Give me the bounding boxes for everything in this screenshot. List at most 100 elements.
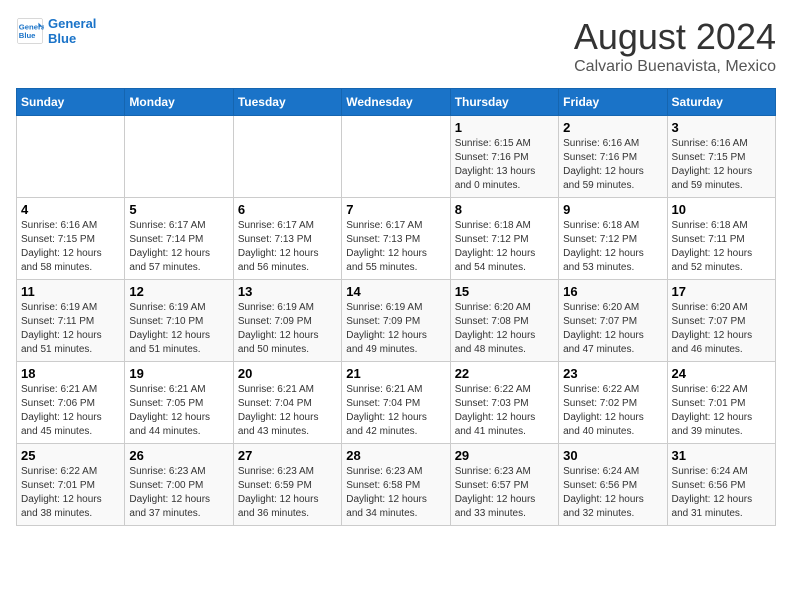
day-info: Sunrise: 6:21 AM Sunset: 7:04 PM Dayligh… bbox=[238, 383, 337, 439]
day-info: Sunrise: 6:16 AM Sunset: 7:16 PM Dayligh… bbox=[563, 137, 662, 193]
day-info: Sunrise: 6:22 AM Sunset: 7:02 PM Dayligh… bbox=[563, 383, 662, 439]
day-cell: 25 Sunrise: 6:22 AM Sunset: 7:01 PM Dayli… bbox=[17, 444, 125, 526]
day-cell bbox=[125, 116, 233, 198]
day-info: Sunrise: 6:23 AM Sunset: 7:00 PM Dayligh… bbox=[129, 465, 228, 521]
day-cell: 30Sunrise: 6:24 AM Sunset: 6:56 PM Dayli… bbox=[559, 444, 667, 526]
day-number: 21 bbox=[346, 366, 445, 381]
day-cell: 14 Sunrise: 6:19 AM Sunset: 7:09 PM Dayli… bbox=[342, 280, 450, 362]
day-info: Sunrise: 6:18 AM Sunset: 7:12 PM Dayligh… bbox=[563, 219, 662, 275]
day-cell: 26Sunrise: 6:23 AM Sunset: 7:00 PM Dayli… bbox=[125, 444, 233, 526]
day-cell: 12 Sunrise: 6:19 AM Sunset: 7:10 PM Dayli… bbox=[125, 280, 233, 362]
day-cell: 22 Sunrise: 6:22 AM Sunset: 7:03 PM Dayli… bbox=[450, 362, 558, 444]
calendar-header: SundayMondayTuesdayWednesdayThursdayFrid… bbox=[17, 89, 776, 116]
day-info: Sunrise: 6:16 AM Sunset: 7:15 PM Dayligh… bbox=[21, 219, 120, 275]
day-number: 6 bbox=[238, 202, 337, 217]
col-header-sunday: Sunday bbox=[17, 89, 125, 116]
day-info: Sunrise: 6:21 AM Sunset: 7:06 PM Dayligh… bbox=[21, 383, 120, 439]
day-cell: 6 Sunrise: 6:17 AM Sunset: 7:13 PM Daylig… bbox=[233, 198, 341, 280]
day-cell: 18 Sunrise: 6:21 AM Sunset: 7:06 PM Dayli… bbox=[17, 362, 125, 444]
day-number: 31 bbox=[672, 448, 771, 463]
day-info: Sunrise: 6:22 AM Sunset: 7:01 PM Dayligh… bbox=[672, 383, 771, 439]
day-info: Sunrise: 6:18 AM Sunset: 7:12 PM Dayligh… bbox=[455, 219, 554, 275]
day-number: 18 bbox=[21, 366, 120, 381]
day-number: 9 bbox=[563, 202, 662, 217]
col-header-friday: Friday bbox=[559, 89, 667, 116]
day-cell: 28 Sunrise: 6:23 AM Sunset: 6:58 PM Dayli… bbox=[342, 444, 450, 526]
day-cell: 15 Sunrise: 6:20 AM Sunset: 7:08 PM Dayli… bbox=[450, 280, 558, 362]
day-number: 4 bbox=[21, 202, 120, 217]
day-info: Sunrise: 6:20 AM Sunset: 7:07 PM Dayligh… bbox=[672, 301, 771, 357]
day-info: Sunrise: 6:23 AM Sunset: 6:59 PM Dayligh… bbox=[238, 465, 337, 521]
title-area: August 2024 Calvario Buenavista, Mexico bbox=[574, 16, 776, 76]
day-cell: 3Sunrise: 6:16 AM Sunset: 7:15 PM Daylig… bbox=[667, 116, 775, 198]
day-info: Sunrise: 6:19 AM Sunset: 7:09 PM Dayligh… bbox=[346, 301, 445, 357]
week-row-3: 11 Sunrise: 6:19 AM Sunset: 7:11 PM Dayli… bbox=[17, 280, 776, 362]
day-number: 25 bbox=[21, 448, 120, 463]
day-info: Sunrise: 6:19 AM Sunset: 7:11 PM Dayligh… bbox=[21, 301, 120, 357]
day-number: 20 bbox=[238, 366, 337, 381]
day-number: 5 bbox=[129, 202, 228, 217]
day-cell: 2Sunrise: 6:16 AM Sunset: 7:16 PM Daylig… bbox=[559, 116, 667, 198]
day-info: Sunrise: 6:17 AM Sunset: 7:14 PM Dayligh… bbox=[129, 219, 228, 275]
day-cell bbox=[233, 116, 341, 198]
day-cell: 10Sunrise: 6:18 AM Sunset: 7:11 PM Dayli… bbox=[667, 198, 775, 280]
day-info: Sunrise: 6:20 AM Sunset: 7:08 PM Dayligh… bbox=[455, 301, 554, 357]
day-number: 15 bbox=[455, 284, 554, 299]
calendar-table: SundayMondayTuesdayWednesdayThursdayFrid… bbox=[16, 88, 776, 526]
svg-text:Blue: Blue bbox=[19, 31, 36, 40]
day-cell: 27 Sunrise: 6:23 AM Sunset: 6:59 PM Dayli… bbox=[233, 444, 341, 526]
day-number: 30 bbox=[563, 448, 662, 463]
week-row-1: 1Sunrise: 6:15 AM Sunset: 7:16 PM Daylig… bbox=[17, 116, 776, 198]
day-number: 17 bbox=[672, 284, 771, 299]
day-info: Sunrise: 6:24 AM Sunset: 6:56 PM Dayligh… bbox=[672, 465, 771, 521]
day-info: Sunrise: 6:21 AM Sunset: 7:05 PM Dayligh… bbox=[129, 383, 228, 439]
day-info: Sunrise: 6:23 AM Sunset: 6:57 PM Dayligh… bbox=[455, 465, 554, 521]
day-cell: 17 Sunrise: 6:20 AM Sunset: 7:07 PM Dayli… bbox=[667, 280, 775, 362]
day-number: 12 bbox=[129, 284, 228, 299]
main-title: August 2024 bbox=[574, 16, 776, 58]
col-header-tuesday: Tuesday bbox=[233, 89, 341, 116]
day-number: 7 bbox=[346, 202, 445, 217]
day-cell: 31 Sunrise: 6:24 AM Sunset: 6:56 PM Dayli… bbox=[667, 444, 775, 526]
day-cell: 21Sunrise: 6:21 AM Sunset: 7:04 PM Dayli… bbox=[342, 362, 450, 444]
header-row: SundayMondayTuesdayWednesdayThursdayFrid… bbox=[17, 89, 776, 116]
day-info: Sunrise: 6:17 AM Sunset: 7:13 PM Dayligh… bbox=[346, 219, 445, 275]
day-cell: 8 Sunrise: 6:18 AM Sunset: 7:12 PM Daylig… bbox=[450, 198, 558, 280]
day-number: 8 bbox=[455, 202, 554, 217]
day-number: 22 bbox=[455, 366, 554, 381]
day-info: Sunrise: 6:15 AM Sunset: 7:16 PM Dayligh… bbox=[455, 137, 554, 193]
logo-line2: Blue bbox=[48, 31, 76, 46]
col-header-thursday: Thursday bbox=[450, 89, 558, 116]
day-info: Sunrise: 6:19 AM Sunset: 7:09 PM Dayligh… bbox=[238, 301, 337, 357]
day-number: 27 bbox=[238, 448, 337, 463]
day-number: 24 bbox=[672, 366, 771, 381]
week-row-5: 25 Sunrise: 6:22 AM Sunset: 7:01 PM Dayli… bbox=[17, 444, 776, 526]
day-cell: 7 Sunrise: 6:17 AM Sunset: 7:13 PM Daylig… bbox=[342, 198, 450, 280]
day-number: 28 bbox=[346, 448, 445, 463]
logo-line1: General bbox=[48, 16, 96, 31]
day-number: 11 bbox=[21, 284, 120, 299]
day-cell: 16Sunrise: 6:20 AM Sunset: 7:07 PM Dayli… bbox=[559, 280, 667, 362]
week-row-4: 18 Sunrise: 6:21 AM Sunset: 7:06 PM Dayli… bbox=[17, 362, 776, 444]
day-info: Sunrise: 6:23 AM Sunset: 6:58 PM Dayligh… bbox=[346, 465, 445, 521]
day-info: Sunrise: 6:17 AM Sunset: 7:13 PM Dayligh… bbox=[238, 219, 337, 275]
logo-icon: General Blue bbox=[16, 17, 44, 45]
day-cell: 24 Sunrise: 6:22 AM Sunset: 7:01 PM Dayli… bbox=[667, 362, 775, 444]
day-number: 13 bbox=[238, 284, 337, 299]
day-cell: 5 Sunrise: 6:17 AM Sunset: 7:14 PM Daylig… bbox=[125, 198, 233, 280]
day-number: 14 bbox=[346, 284, 445, 299]
day-cell: 29Sunrise: 6:23 AM Sunset: 6:57 PM Dayli… bbox=[450, 444, 558, 526]
col-header-monday: Monday bbox=[125, 89, 233, 116]
day-number: 10 bbox=[672, 202, 771, 217]
subtitle: Calvario Buenavista, Mexico bbox=[574, 58, 776, 76]
logo: General Blue General Blue bbox=[16, 16, 96, 46]
day-cell: 9 Sunrise: 6:18 AM Sunset: 7:12 PM Daylig… bbox=[559, 198, 667, 280]
day-info: Sunrise: 6:22 AM Sunset: 7:01 PM Dayligh… bbox=[21, 465, 120, 521]
day-cell bbox=[342, 116, 450, 198]
page-header: General Blue General Blue August 2024 Ca… bbox=[16, 16, 776, 76]
calendar-body: 1Sunrise: 6:15 AM Sunset: 7:16 PM Daylig… bbox=[17, 116, 776, 526]
day-info: Sunrise: 6:22 AM Sunset: 7:03 PM Dayligh… bbox=[455, 383, 554, 439]
day-info: Sunrise: 6:19 AM Sunset: 7:10 PM Dayligh… bbox=[129, 301, 228, 357]
day-cell: 1Sunrise: 6:15 AM Sunset: 7:16 PM Daylig… bbox=[450, 116, 558, 198]
day-number: 23 bbox=[563, 366, 662, 381]
